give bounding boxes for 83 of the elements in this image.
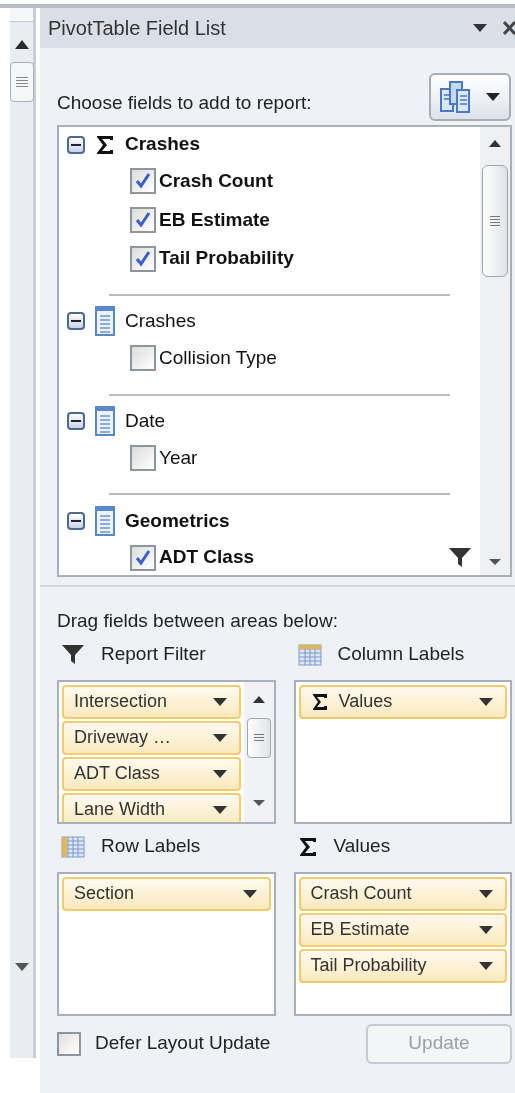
collapse-icon[interactable] bbox=[67, 135, 85, 154]
scroll-up-icon[interactable] bbox=[489, 140, 501, 147]
area-label: Row Labels bbox=[101, 834, 201, 859]
collapse-icon[interactable] bbox=[67, 511, 85, 530]
drop-area[interactable]: Crash Count EB Estimate Tail Probability bbox=[293, 871, 512, 1016]
checkbox[interactable] bbox=[57, 1031, 81, 1056]
group-name: Crashes bbox=[125, 309, 196, 334]
field-pill[interactable]: Section bbox=[62, 876, 271, 911]
field-pill[interactable]: Lane Width bbox=[62, 792, 241, 822]
caret-icon bbox=[479, 925, 493, 934]
group-name: Date bbox=[125, 408, 166, 433]
field-pill[interactable]: Intersection bbox=[62, 684, 241, 719]
area-label: Report Filter bbox=[101, 642, 206, 667]
caret-icon bbox=[212, 697, 227, 706]
field-label: Year bbox=[159, 445, 199, 470]
field-item[interactable]: Collision Type bbox=[130, 341, 480, 376]
scroll-down-icon[interactable] bbox=[15, 963, 29, 971]
table-icon bbox=[95, 306, 115, 337]
table-icon bbox=[95, 406, 115, 437]
group-name: Crashes bbox=[125, 132, 200, 157]
checkbox[interactable] bbox=[130, 207, 156, 233]
caret-icon bbox=[486, 93, 500, 101]
caret-icon bbox=[479, 697, 493, 706]
scroll-thumb[interactable] bbox=[482, 165, 508, 277]
field-pill[interactable]: Values bbox=[298, 684, 507, 719]
field-item[interactable]: ADT Class bbox=[130, 540, 480, 575]
caret-icon bbox=[212, 805, 227, 814]
checkbox-label: Defer Layout Update bbox=[95, 1031, 271, 1056]
area-label: Column Labels bbox=[337, 642, 465, 667]
drop-area[interactable]: Intersection Driveway … ADT Class Lane Width bbox=[57, 679, 276, 824]
field-label: Collision Type bbox=[159, 346, 278, 371]
caret-icon bbox=[479, 961, 493, 970]
field-pill[interactable]: Driveway … bbox=[62, 720, 241, 755]
panel-title: PivotTable Field List bbox=[48, 16, 227, 41]
collapse-icon[interactable] bbox=[67, 412, 85, 431]
drop-area[interactable]: Values bbox=[293, 679, 512, 824]
field-layout-icon bbox=[440, 81, 470, 113]
scroll-up-icon[interactable] bbox=[252, 695, 265, 703]
field-pill[interactable]: Tail Probability bbox=[298, 948, 507, 983]
checkbox[interactable] bbox=[130, 544, 156, 571]
split-handle[interactable] bbox=[10, 8, 33, 22]
scrollbar[interactable] bbox=[480, 127, 510, 575]
filter-icon bbox=[61, 644, 85, 665]
checkbox[interactable] bbox=[130, 168, 156, 195]
field-pill[interactable]: Crash Count bbox=[298, 876, 507, 911]
scroll-down-icon[interactable] bbox=[489, 559, 501, 565]
checkbox[interactable] bbox=[130, 245, 156, 272]
scroll-down-icon[interactable] bbox=[252, 799, 265, 806]
field-label: Crash Count bbox=[159, 169, 274, 194]
instruction-text: Choose fields to add to report: bbox=[57, 90, 312, 115]
field-label: EB Estimate bbox=[159, 207, 271, 232]
field-label: ADT Class bbox=[159, 545, 256, 570]
checkbox[interactable] bbox=[130, 345, 156, 372]
caret-icon bbox=[479, 889, 493, 898]
field-pill[interactable]: EB Estimate bbox=[298, 912, 507, 947]
close-icon[interactable] bbox=[503, 21, 515, 35]
instruction-text: Drag fields between areas below: bbox=[56, 609, 339, 633]
layout-button[interactable] bbox=[429, 73, 511, 121]
field-item[interactable]: EB Estimate bbox=[130, 202, 480, 238]
sigma-icon bbox=[297, 835, 318, 858]
field-item[interactable]: Crash Count bbox=[130, 164, 480, 199]
field-pill[interactable]: ADT Class bbox=[62, 756, 241, 791]
field-item[interactable]: Year bbox=[130, 440, 480, 476]
sigma-icon bbox=[95, 133, 115, 156]
scroll-thumb[interactable] bbox=[10, 62, 34, 102]
scroll-up-icon[interactable] bbox=[15, 40, 29, 49]
caret-icon bbox=[212, 733, 227, 742]
field-label: Tail Probability bbox=[159, 246, 295, 271]
area-label: Values bbox=[333, 834, 391, 859]
collapse-icon[interactable] bbox=[67, 312, 85, 331]
group-name: Geometrics bbox=[125, 508, 230, 533]
scroll-thumb[interactable] bbox=[246, 717, 271, 758]
grid-icon bbox=[61, 835, 85, 858]
scrollbar[interactable] bbox=[243, 681, 274, 822]
scrollbar[interactable] bbox=[10, 8, 36, 1058]
caret-icon bbox=[212, 769, 227, 778]
drop-area[interactable]: Section bbox=[57, 871, 276, 1016]
checkbox[interactable] bbox=[130, 445, 156, 471]
caret-icon bbox=[242, 889, 257, 898]
dropdown-icon[interactable] bbox=[473, 24, 487, 32]
field-item[interactable]: Tail Probability bbox=[130, 241, 480, 276]
grid-icon bbox=[297, 643, 322, 666]
table-icon bbox=[95, 505, 115, 536]
